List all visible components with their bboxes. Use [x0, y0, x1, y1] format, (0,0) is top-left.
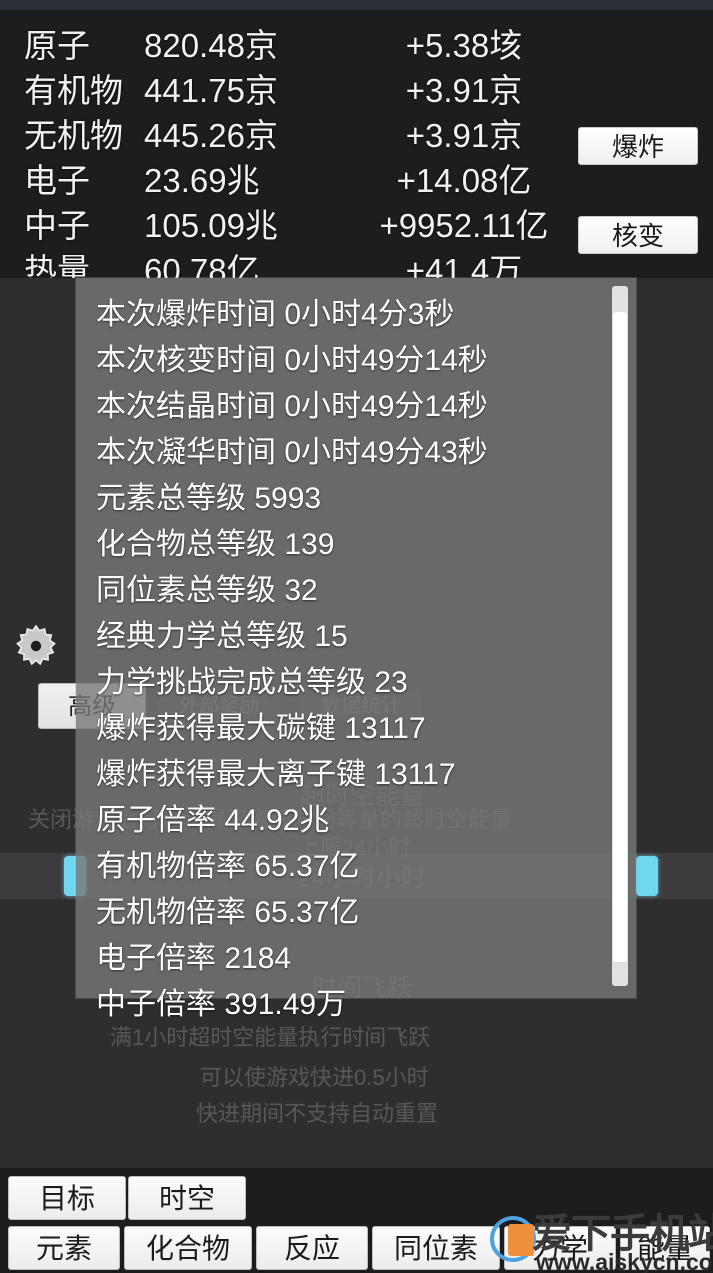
slider-handle-right[interactable] [636, 856, 658, 896]
resource-rate: +3.91京 [405, 117, 523, 154]
list-item: 爆炸获得最大离子键 13117 [96, 758, 456, 791]
game-screen: 原子 820.48京 +5.38垓 有机物 441.75京 +3.91京 无机物… [0, 0, 713, 1273]
list-item: 本次爆炸时间 0小时4分3秒 [96, 298, 455, 331]
list-item: 本次凝华时间 0小时49分43秒 [96, 436, 488, 469]
list-item: 元素总等级 5993 [96, 482, 322, 515]
ghost-desc-fastforward: 可以使游戏快进0.5小时 [200, 1065, 429, 1090]
resource-row: 原子 820.48京 +5.38垓 [24, 24, 713, 68]
resource-amount: 105.09兆 [144, 207, 278, 244]
resource-rate: +5.38垓 [405, 27, 523, 64]
list-item: 中子倍率 391.49万 [96, 988, 347, 1021]
resource-name: 电子 [24, 162, 90, 199]
list-item: 电子倍率 2184 [96, 942, 292, 975]
list-item: 本次结晶时间 0小时49分14秒 [96, 390, 488, 423]
nav-isotopes[interactable]: 同位素 [372, 1226, 500, 1270]
list-item: 经典力学总等级 15 [96, 620, 348, 653]
resource-rate: +3.91京 [405, 72, 523, 109]
list-item: 原子倍率 44.92兆 [96, 804, 330, 837]
resource-rate: +9952.11亿 [379, 207, 549, 244]
list-item: 同位素总等级 32 [96, 574, 318, 607]
nav-mechanics[interactable]: 力学 [504, 1226, 616, 1270]
resource-name: 中子 [24, 207, 90, 244]
list-item: 无机物倍率 65.37亿 [96, 896, 360, 929]
vertical-scrollbar[interactable] [612, 286, 628, 986]
scrollbar-thumb[interactable] [613, 312, 627, 962]
ghost-desc-noautoreset: 快进期间不支持自动重置 [196, 1101, 439, 1126]
fusion-button[interactable]: 核变 [578, 216, 698, 254]
nav-energy[interactable]: 能量 [620, 1226, 710, 1270]
resource-amount: 441.75京 [144, 72, 278, 109]
resource-name: 无机物 [24, 117, 123, 154]
resource-readout: 原子 820.48京 +5.38垓 有机物 441.75京 +3.91京 无机物… [0, 10, 713, 289]
nav-goals[interactable]: 目标 [8, 1176, 126, 1220]
list-item: 本次核变时间 0小时49分14秒 [96, 344, 488, 377]
nav-spacetime[interactable]: 时空 [128, 1176, 246, 1220]
resource-amount: 820.48京 [144, 27, 278, 64]
list-item: 力学挑战完成总等级 23 [96, 666, 408, 699]
gear-icon[interactable] [12, 622, 60, 670]
statistics-modal[interactable]: 本次爆炸时间 0小时4分3秒 本次核变时间 0小时49分14秒 本次结晶时间 0… [76, 278, 636, 1021]
resource-row: 电子 23.69兆 +14.08亿 [24, 159, 713, 203]
resource-amount: 23.69兆 [144, 162, 260, 199]
nav-reactions[interactable]: 反应 [256, 1226, 368, 1270]
explode-button[interactable]: 爆炸 [578, 127, 698, 165]
resource-amount: 445.26京 [144, 117, 278, 154]
resource-row: 有机物 441.75京 +3.91京 [24, 69, 713, 113]
nav-compounds[interactable]: 化合物 [124, 1226, 252, 1270]
resource-rate: +14.08亿 [396, 162, 532, 199]
resource-name: 原子 [24, 27, 90, 64]
resource-name: 有机物 [24, 72, 123, 109]
list-item: 有机物倍率 65.37亿 [96, 850, 360, 883]
list-item: 化合物总等级 139 [96, 528, 335, 561]
nav-elements[interactable]: 元素 [8, 1226, 120, 1270]
statistics-list: 本次爆炸时间 0小时4分3秒 本次核变时间 0小时49分14秒 本次结晶时间 0… [96, 292, 596, 1028]
bottom-navigation: 目标 时空 元素 化合物 反应 同位素 力学 能量 [0, 1168, 713, 1273]
list-item: 爆炸获得最大碳键 13117 [96, 712, 426, 745]
